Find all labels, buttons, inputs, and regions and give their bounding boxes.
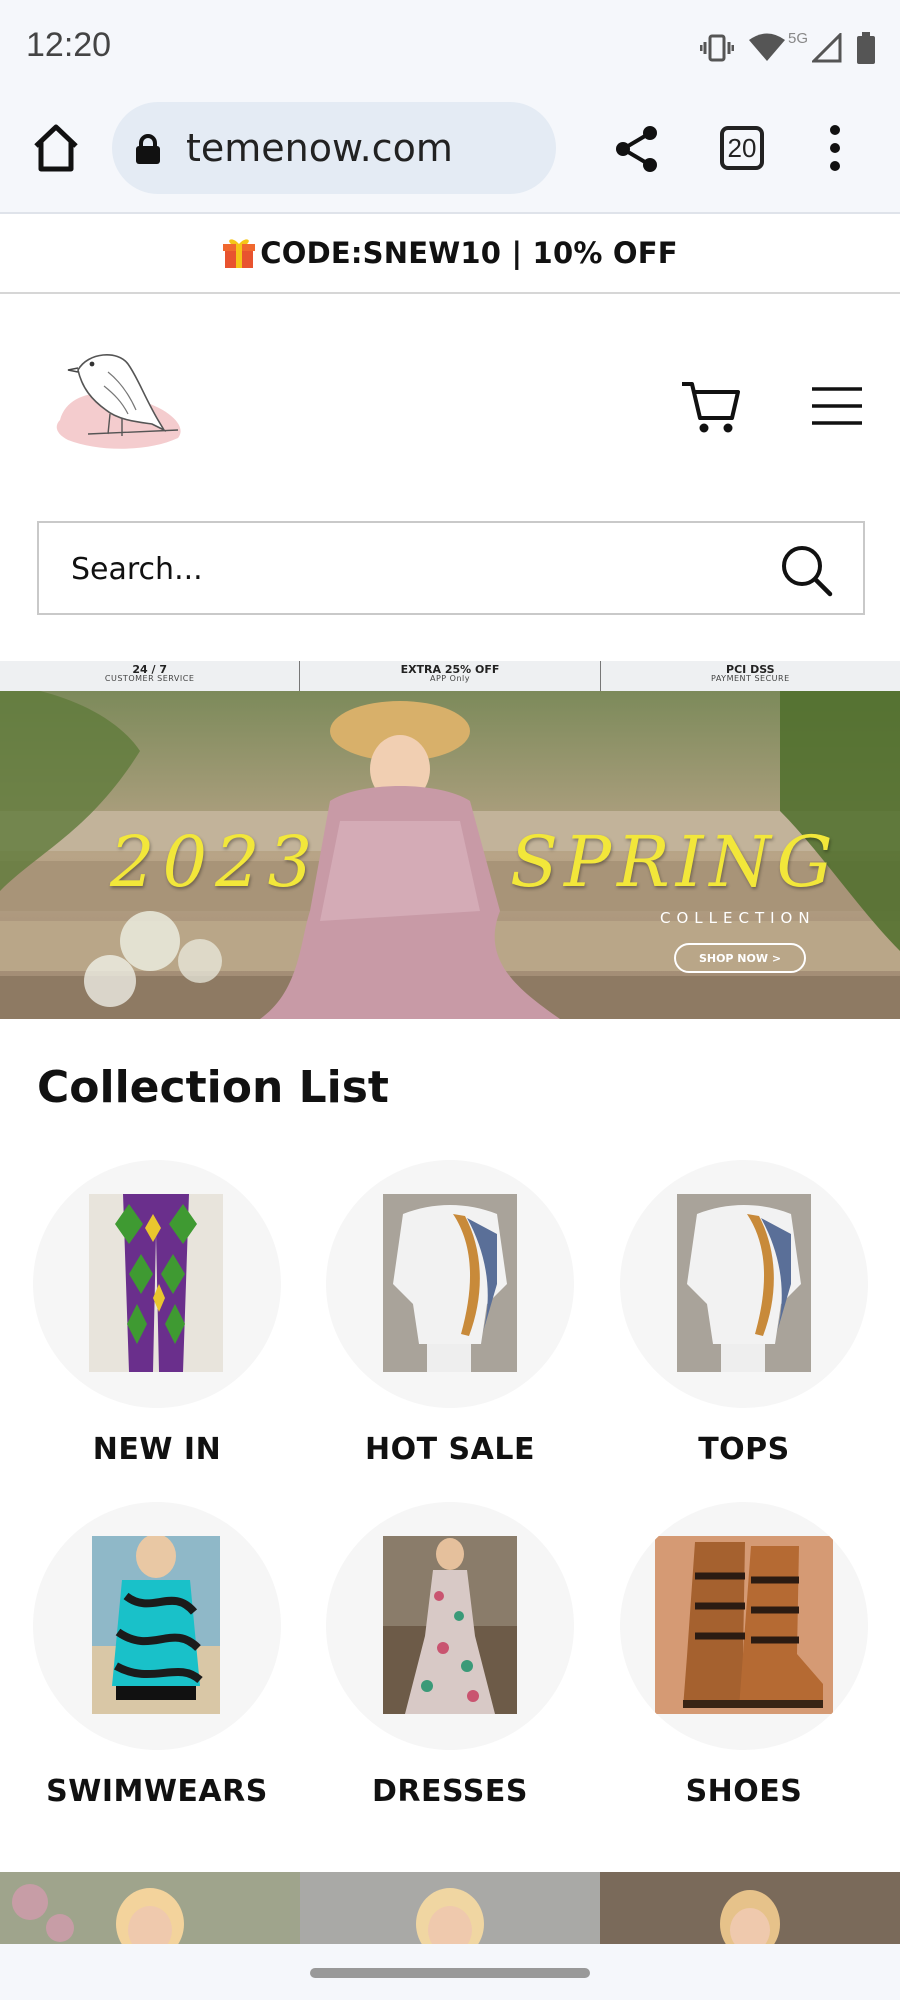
collection-thumb: [33, 1160, 281, 1408]
wifi-icon: [748, 33, 785, 61]
top-image: [677, 1194, 811, 1372]
collection-item-tops[interactable]: TOPS: [597, 1160, 891, 1480]
tabs-button[interactable]: 20: [720, 126, 764, 170]
shop-now-button[interactable]: SHOP NOW >: [674, 943, 806, 973]
info-payment-secure: PCI DSS PAYMENT SECURE: [601, 661, 900, 691]
lock-icon: [136, 134, 160, 164]
collection-label: TOPS: [698, 1432, 790, 1467]
leggings-image: [89, 1194, 223, 1372]
collection-thumb: [326, 1160, 574, 1408]
collection-thumb: [33, 1502, 281, 1750]
search-box[interactable]: [37, 521, 865, 615]
share-icon[interactable]: [612, 124, 662, 174]
signal-icon: [812, 33, 842, 63]
collection-item-dresses[interactable]: DRESSES: [303, 1502, 597, 1822]
bird-logo[interactable]: [48, 330, 198, 460]
collection-item-swimwears[interactable]: SWIMWEARS: [10, 1502, 304, 1822]
collection-label: NEW IN: [92, 1432, 222, 1467]
top-image: [383, 1194, 517, 1372]
address-bar[interactable]: temenow.com: [112, 102, 556, 194]
collection-label: DRESSES: [372, 1774, 528, 1809]
hero-season: SPRING: [510, 821, 839, 903]
info-subtitle: PAYMENT SECURE: [711, 674, 790, 683]
browser-toolbar: temenow.com 20: [0, 92, 900, 214]
collection-thumb: [326, 1502, 574, 1750]
status-bar: 12:20 5G: [0, 0, 900, 92]
service-info-strip: 24 / 7 CUSTOMER SERVICE EXTRA 25% OFF AP…: [0, 661, 900, 691]
collection-label: HOT SALE: [365, 1432, 535, 1467]
hero-year: 2023: [110, 821, 321, 903]
gesture-nav-bar: [0, 1944, 900, 2000]
home-icon[interactable]: [30, 122, 82, 174]
collection-label: SHOES: [685, 1774, 803, 1809]
collection-item-shoes[interactable]: SHOES: [597, 1502, 891, 1822]
models-image: [0, 1872, 900, 1944]
collection-thumb: [620, 1502, 868, 1750]
gift-icon: [223, 239, 256, 268]
model-banner-strip[interactable]: [0, 1872, 900, 1944]
collection-item-new-in[interactable]: NEW IN: [10, 1160, 304, 1480]
swimwear-image: [92, 1536, 220, 1714]
tab-count: 20: [727, 132, 757, 163]
cart-icon[interactable]: [680, 378, 742, 436]
search-input[interactable]: [71, 547, 751, 591]
collection-item-hot-sale[interactable]: HOT SALE: [303, 1160, 597, 1480]
hero-banner[interactable]: 2023 SPRING COLLECTION SHOP NOW >: [0, 691, 900, 1019]
collection-thumb: [620, 1160, 868, 1408]
battery-icon: [857, 32, 875, 64]
hamburger-icon[interactable]: [810, 386, 864, 426]
promo-banner[interactable]: CODE:SNEW10 | 10% OFF: [0, 214, 900, 294]
promo-text: CODE:SNEW10 | 10% OFF: [260, 236, 678, 270]
search-icon[interactable]: [779, 543, 833, 597]
info-subtitle: APP Only: [429, 674, 470, 683]
collection-label: SWIMWEARS: [46, 1774, 268, 1809]
boots-image: [655, 1536, 833, 1714]
vibrate-icon: [699, 34, 734, 62]
network-label: 5G: [787, 29, 808, 47]
info-extra-off: EXTRA 25% OFF APP Only: [300, 661, 601, 691]
status-time: 12:20: [26, 26, 112, 64]
status-icons: 5G: [699, 29, 876, 66]
hero-collection: COLLECTION: [660, 909, 816, 927]
dress-image: [383, 1536, 517, 1714]
info-subtitle: CUSTOMER SERVICE: [104, 674, 195, 683]
url-text: temenow.com: [186, 126, 453, 170]
more-vert-icon[interactable]: [818, 122, 852, 174]
collection-title: Collection List: [37, 1062, 389, 1113]
home-gesture-handle[interactable]: [310, 1968, 590, 1978]
info-customer-service: 24 / 7 CUSTOMER SERVICE: [0, 661, 301, 691]
